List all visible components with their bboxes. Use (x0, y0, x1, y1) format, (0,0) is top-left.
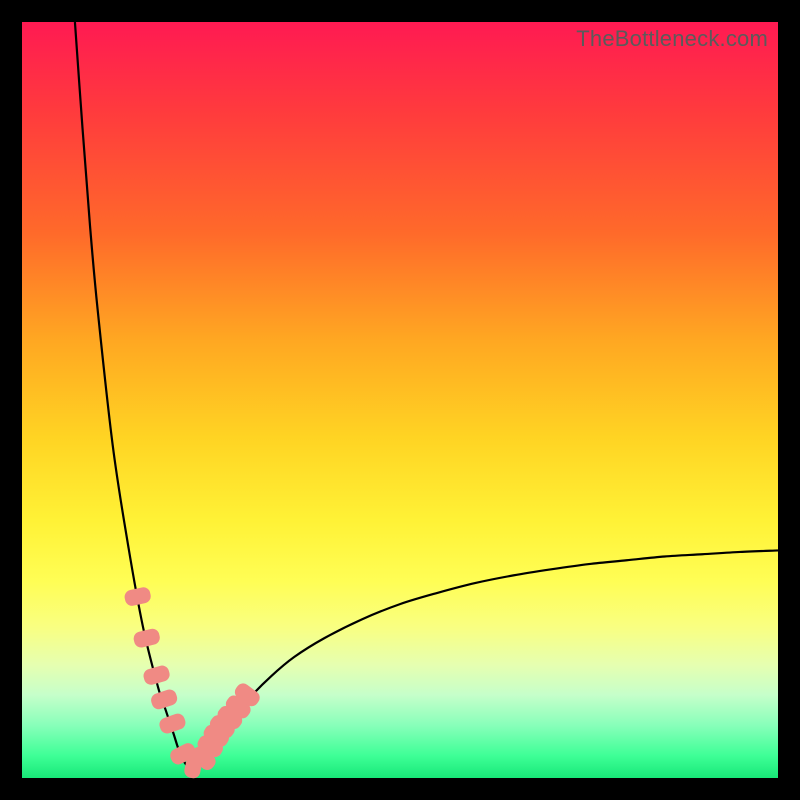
data-marker (142, 664, 171, 687)
chart-frame: TheBottleneck.com (0, 0, 800, 800)
marker-group (123, 586, 262, 780)
curve-svg (22, 22, 778, 778)
data-marker (149, 688, 179, 711)
data-marker (123, 586, 152, 607)
data-marker (158, 712, 188, 736)
bottleneck-curve (75, 22, 778, 768)
data-marker (132, 627, 161, 649)
plot-area: TheBottleneck.com (22, 22, 778, 778)
